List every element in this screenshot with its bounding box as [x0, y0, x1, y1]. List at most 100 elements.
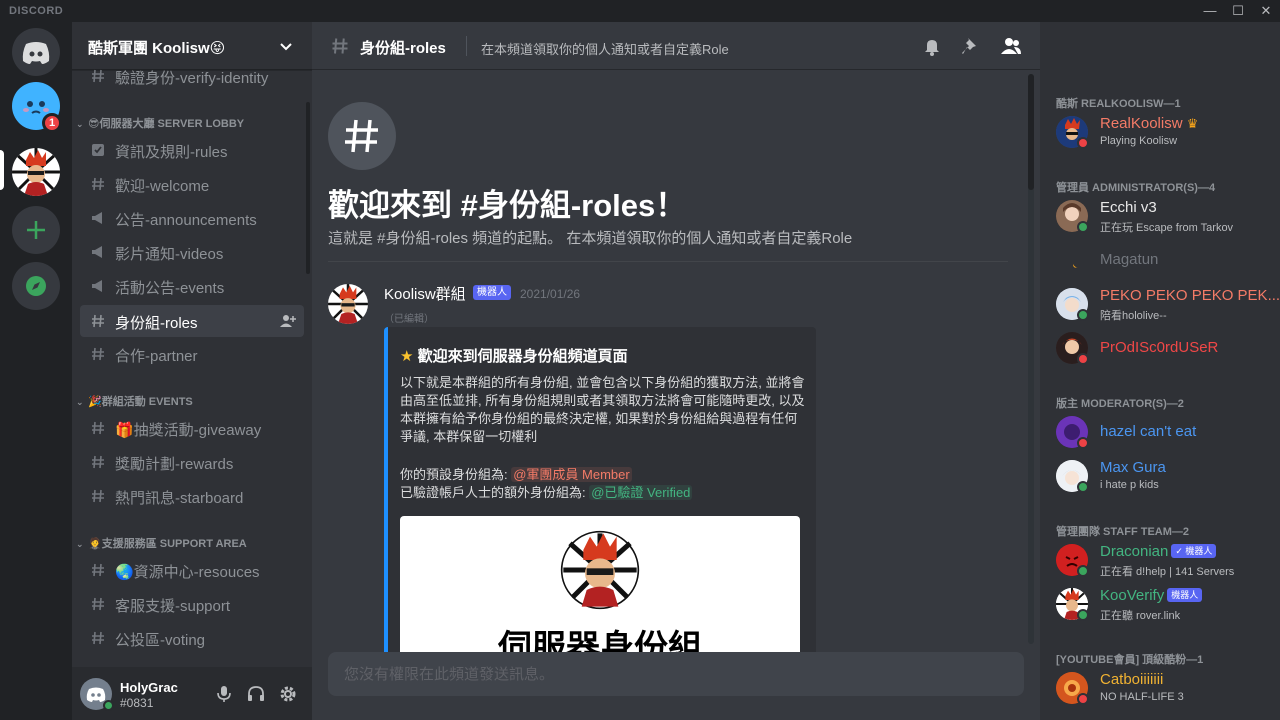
chat-scrollbar-thumb[interactable] — [1028, 74, 1034, 190]
channel-topic: 在本頻道領取你的個人通知或者自定義Role — [481, 42, 729, 57]
channel-roles[interactable]: 身份組-roles — [80, 305, 304, 337]
member-item[interactable]: PEKO PEKO PEKO PEK... 陪看hololive-- — [1048, 282, 1280, 326]
explore-servers-button[interactable] — [12, 262, 60, 310]
koolisw-avatar-icon — [12, 148, 60, 196]
embed-title: ★ 歡迎來到伺服器身份組頻道頁面 — [400, 348, 628, 365]
bot-badge: 機器人 — [473, 285, 511, 300]
embed-description: 以下就是本群組的所有身份組, 並會包含以下身份組的獲取方法, 並將會由高至低並排… — [400, 375, 805, 444]
hash-icon — [92, 631, 104, 645]
sidebar-scrollbar[interactable] — [306, 102, 310, 274]
channel-voting[interactable]: 公投區-voting — [80, 622, 304, 654]
category-server-lobby[interactable]: ⌄ 😎伺服器大廳 SERVER LOBBY — [76, 115, 244, 131]
headphones-icon[interactable] — [246, 684, 266, 704]
guild-icon-koolisw[interactable] — [12, 148, 60, 196]
home-button[interactable] — [12, 28, 60, 76]
koolisw-logo-icon — [560, 530, 640, 610]
member-list: 酷斯 REALKOOLISW—1 RealKoolisw ♛ Playing K… — [1040, 22, 1280, 720]
member-item[interactable]: KooVerify 機器人 正在聽 rover.link — [1048, 582, 1272, 626]
channel-partner[interactable]: 合作-partner — [80, 338, 304, 370]
member-group-header: 版主 MODERATOR(S)—2 — [1056, 398, 1184, 410]
role-mention-verified[interactable]: @已驗證 Verified — [589, 485, 693, 500]
channel-videos[interactable]: 影片通知-videos — [80, 236, 304, 268]
message-input[interactable] — [344, 664, 1004, 684]
star-icon: ★ — [400, 348, 414, 365]
dnd-status-dot — [1077, 137, 1089, 149]
app-brand: DISCORD — [9, 5, 64, 17]
hash-icon — [92, 347, 104, 361]
edited-label: （已編輯） — [384, 314, 434, 325]
role-mention-member[interactable]: @軍團成員 Member — [511, 467, 632, 482]
chevron-down-icon: ⌄ — [76, 539, 84, 549]
member-item[interactable]: hazel can't eat — [1048, 410, 1272, 454]
member-group-header: 管理團隊 STAFF TEAM—2 — [1056, 526, 1190, 538]
chevron-down-icon: ⌄ — [76, 397, 84, 407]
megaphone-icon — [92, 280, 102, 292]
title-bar: DISCORD — ☐ ✕ — [0, 0, 1280, 22]
member-group-header: [YOUTUBE會員] 頂級酷粉—1 — [1056, 654, 1204, 666]
member-item[interactable]: RealKoolisw ♛ Playing Koolisw — [1048, 110, 1272, 154]
header-divider — [466, 36, 467, 56]
avatar[interactable] — [328, 284, 368, 324]
discord-logo-icon — [22, 42, 50, 64]
hash-icon — [92, 421, 104, 435]
channel-sidebar: 酷斯軍團 Koolisw😝 驗證身份-verify-identity ⌄ 😎伺服器… — [72, 22, 312, 720]
guild-rail: 1 — [0, 22, 72, 720]
online-status-dot — [103, 700, 114, 711]
member-group-header: 管理員 ADMINISTRATOR(S)—4 — [1056, 182, 1216, 194]
channel-events[interactable]: 活動公告-events — [80, 270, 304, 302]
member-item[interactable]: Ecchi v3 正在玩 Escape from Tarkov — [1048, 194, 1272, 238]
message-composer[interactable] — [328, 652, 1024, 696]
category-events[interactable]: ⌄ 🎉群組活動 EVENTS — [76, 393, 193, 409]
maximize-button[interactable]: ☐ — [1224, 0, 1252, 22]
username: HolyGrac — [120, 680, 178, 695]
online-status-dot — [1077, 565, 1089, 577]
minimize-button[interactable]: — — [1196, 0, 1224, 22]
invite-user-icon[interactable] — [280, 314, 296, 328]
pin-icon[interactable] — [960, 35, 982, 57]
channel-rules[interactable]: 資訊及規則-rules — [80, 134, 304, 166]
megaphone-icon — [92, 212, 102, 224]
message-embed: ★ 歡迎來到伺服器身份組頻道頁面 以下就是本群組的所有身份組, 並會包含以下身份… — [384, 327, 816, 687]
online-status-dot — [1077, 309, 1089, 321]
welcome-hash-icon — [328, 102, 396, 170]
message-divider — [328, 261, 1008, 262]
member-item[interactable]: Catboiiiiiii NO HALF-LIFE 3 — [1048, 666, 1272, 710]
channel-announcements[interactable]: 公告-announcements — [80, 202, 304, 234]
bell-icon[interactable] — [921, 35, 943, 57]
online-status-dot — [1077, 481, 1089, 493]
hash-icon — [92, 455, 104, 469]
category-support-area[interactable]: ⌄ 🤵支援服務區 SUPPORT AREA — [76, 535, 247, 551]
member-item[interactable]: Max Gura i hate p kids — [1048, 454, 1272, 498]
message-author[interactable]: Koolisw群組 — [384, 283, 466, 304]
plus-icon — [27, 221, 45, 239]
hash-icon — [92, 489, 104, 503]
compass-icon — [26, 276, 46, 296]
channel-starboard[interactable]: 熱門訊息-starboard — [80, 480, 304, 512]
channel-giveaway[interactable]: 🎁抽獎活動-giveaway — [80, 412, 304, 444]
member-item[interactable]: PrOdISc0rdUSeR — [1048, 326, 1272, 370]
message-timestamp: 2021/01/26 — [520, 287, 581, 301]
add-server-button[interactable] — [12, 206, 60, 254]
gear-icon[interactable] — [278, 684, 298, 704]
channel-resouces[interactable]: 🌏資源中心-resouces — [80, 554, 304, 586]
chevron-down-icon — [280, 43, 292, 51]
server-name: 酷斯軍團 Koolisw😝 — [88, 40, 226, 57]
dnd-status-dot — [1077, 353, 1089, 365]
dnd-status-dot — [1077, 437, 1089, 449]
verified-bot-badge: ✓ 機器人 — [1171, 544, 1217, 558]
hash-icon — [92, 597, 104, 611]
channel-welcome[interactable]: 歡迎-welcome — [80, 168, 304, 200]
member-group-header: 酷斯 REALKOOLISW—1 — [1056, 98, 1181, 110]
channel-support[interactable]: 客服支援-support — [80, 588, 304, 620]
microphone-icon[interactable] — [214, 684, 234, 704]
channel-rewards[interactable]: 獎勵計劃-rewards — [80, 446, 304, 478]
member-list-icon[interactable] — [1000, 35, 1022, 57]
verified-role-line: 已驗證帳戶人士的額外身份組為: @已驗證 Verified — [400, 485, 693, 500]
close-button[interactable]: ✕ — [1252, 0, 1280, 22]
member-item[interactable]: Magatun — [1048, 238, 1272, 282]
megaphone-icon — [92, 246, 102, 258]
chat-area: 身份組-roles 在本頻道領取你的個人通知或者自定義Role 歡迎來到 #身份… — [312, 22, 1262, 720]
member-item[interactable]: Draconian ✓ 機器人 正在看 d!help | 141 Servers — [1048, 538, 1272, 582]
channel-verify[interactable]: 驗證身份-verify-identity — [80, 60, 304, 92]
channel-title: 身份組-roles — [360, 40, 446, 57]
